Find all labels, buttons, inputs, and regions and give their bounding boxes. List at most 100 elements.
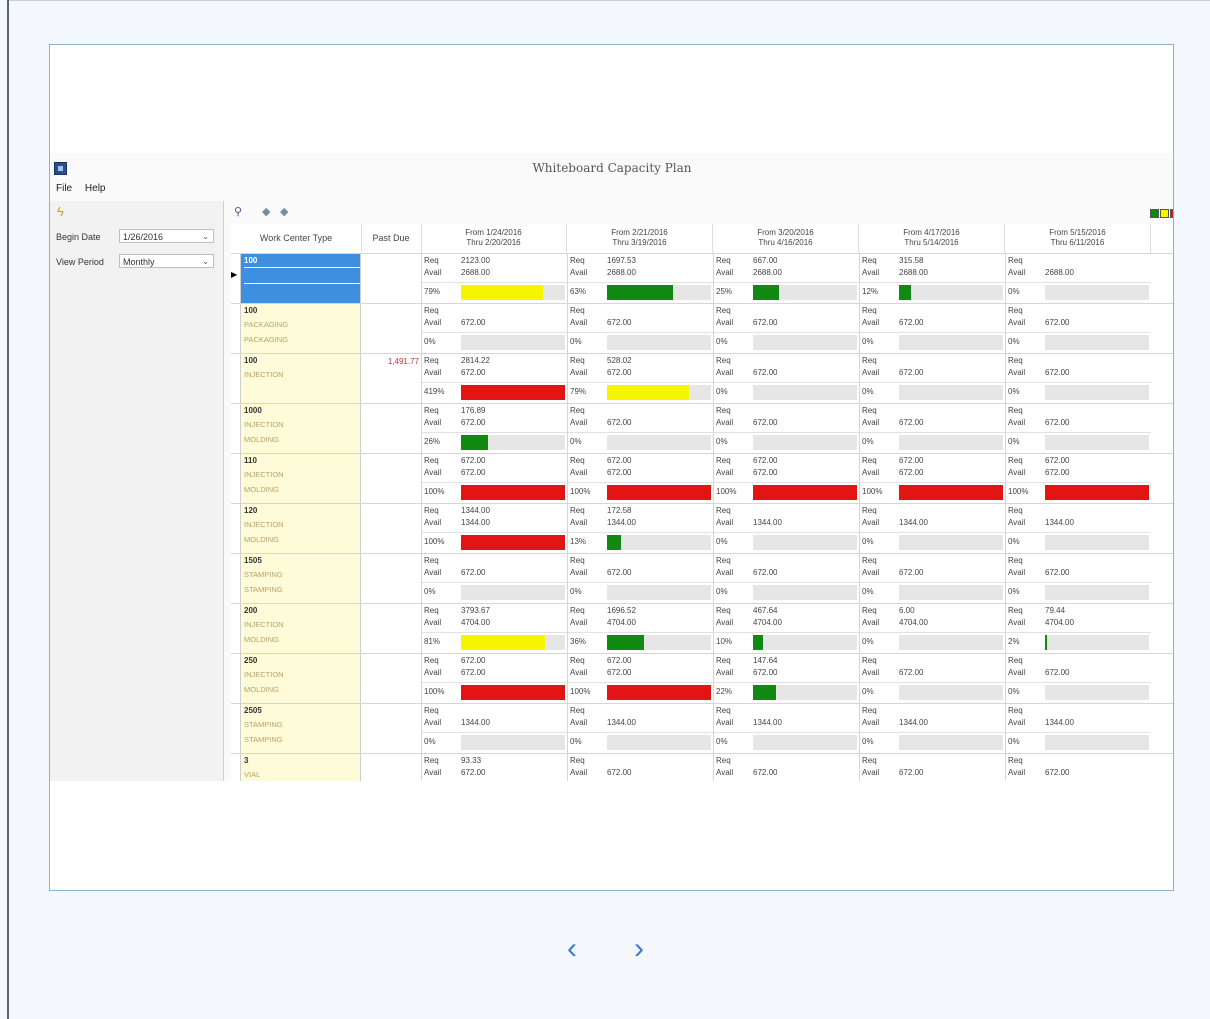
period-cell[interactable]: Req 672.00 Avail 672.00 100% [567,654,713,703]
period-cell[interactable]: Req Avail 1344.00 0% [567,704,713,753]
period-cell[interactable]: Req Avail 672.00 0% [713,354,859,403]
avail-value: 4704.00 [899,618,928,627]
work-center-cell[interactable]: 1000 INJECTION MOLDING [240,404,361,453]
work-center-cell[interactable]: 200 INJECTION MOLDING [240,604,361,653]
table-row[interactable]: 110 INJECTION MOLDING Req 672.00 Avail 672.00 1… [231,453,1173,503]
table-row[interactable]: 1000 INJECTION MOLDING Req 176.89 Avail 672.00… [231,403,1173,453]
period-cell[interactable]: Req Avail 672.00 0% [859,554,1005,603]
period-cell[interactable]: Req 528.02 Avail 672.00 79% [567,354,713,403]
period-cell[interactable]: Req Avail 672.00 [567,754,713,781]
period-cell[interactable]: Req 1696.52 Avail 4704.00 36% [567,604,713,653]
period-cell[interactable]: Req 2814.22 Avail 672.00 419% [421,354,567,403]
period-cell[interactable]: Req 672.00 Avail 672.00 100% [1005,454,1151,503]
table-row[interactable]: 250 INJECTION MOLDING Req 672.00 Avail 672.00 1… [231,653,1173,703]
chevron-left-icon[interactable]: ‹ [567,932,577,966]
period-cell[interactable]: Req Avail 672.00 0% [859,304,1005,353]
period-cell[interactable]: Req 93.33 Avail 672.00 [421,754,567,781]
period-cell[interactable]: Req 6.00 Avail 4704.00 0% [859,604,1005,653]
table-row[interactable]: 2505 STAMPING STAMPING Req Avail 1344.00 0% Req… [231,703,1173,753]
work-center-cell[interactable]: 1505 STAMPING STAMPING [240,554,361,603]
period-cell[interactable]: Req Avail 672.00 0% [1005,654,1151,703]
header-period[interactable]: From 1/24/2016 Thru 2/20/2016 [421,224,567,253]
header-period[interactable]: From 4/17/2016 Thru 5/14/2016 [859,224,1005,253]
view-period-select[interactable]: Monthly ⌄ [119,254,214,268]
period-cell[interactable]: Req Avail 672.00 0% [713,404,859,453]
header-past-due[interactable]: Past Due [361,224,422,253]
chevron-right-icon[interactable]: › [634,932,644,966]
table-row[interactable]: 120 INJECTION MOLDING Req 1344.00 Avail 1344.0… [231,503,1173,553]
header-period[interactable]: From 3/20/2016 Thru 4/16/2016 [713,224,859,253]
period-cell[interactable]: Req 172.58 Avail 1344.00 13% [567,504,713,553]
chevron-down-icon[interactable]: ⌄ [202,230,209,244]
period-cell[interactable]: Req 672.00 Avail 672.00 100% [859,454,1005,503]
period-cell[interactable]: Req Avail 672.00 [859,754,1005,781]
table-row[interactable]: 100 INJECTION 1,491.77 Req 2814.22 Avail 672.0… [231,353,1173,403]
period-cell[interactable]: Req Avail 1344.00 0% [859,504,1005,553]
table-row[interactable]: ▶ 100 Req 2123.00 Avail 2688.00 79% Req 1697.53 A… [231,253,1173,303]
work-center-cell[interactable]: 100 INJECTION [240,354,361,403]
menu-file[interactable]: File [56,183,72,194]
work-center-cell[interactable]: 3 VIAL [240,754,361,781]
lightning-icon[interactable]: ϟ [57,204,64,219]
period-cell[interactable]: Req Avail 672.00 [713,754,859,781]
period-cell[interactable]: Req 667.00 Avail 2688.00 25% [713,254,859,303]
arrow-right-icon[interactable]: ◆ [280,205,288,218]
period-cell[interactable]: Req Avail 672.00 0% [1005,554,1151,603]
table-row[interactable]: 3 VIAL Req 93.33 Avail 672.00 Req Avail 672.00 Re… [231,753,1173,781]
period-cell[interactable]: Req Avail 672.00 0% [859,654,1005,703]
period-cell[interactable]: Req Avail 672.00 0% [1005,404,1151,453]
period-cell[interactable]: Req Avail 672.00 0% [859,404,1005,453]
work-center-cell[interactable]: 110 INJECTION MOLDING [240,454,361,503]
chevron-down-icon[interactable]: ⌄ [202,255,209,269]
period-cell[interactable]: Req Avail 1344.00 0% [1005,504,1151,553]
period-cell[interactable]: Req 672.00 Avail 672.00 100% [567,454,713,503]
work-center-cell[interactable]: 100 [240,254,361,303]
menu-help[interactable]: Help [85,183,106,194]
work-center-cell[interactable]: 2505 STAMPING STAMPING [240,704,361,753]
period-cell[interactable]: Req Avail 672.00 0% [713,554,859,603]
period-cell[interactable]: Req Avail 672.00 0% [421,554,567,603]
begin-date-field[interactable]: 1/26/2016 ⌄ [119,229,214,243]
period-cell[interactable]: Req 1344.00 Avail 1344.00 100% [421,504,567,553]
period-cell[interactable]: Req Avail 1344.00 0% [713,504,859,553]
table-row[interactable]: 200 INJECTION MOLDING Req 3793.67 Avail 4704.0… [231,603,1173,653]
period-cell[interactable]: Req Avail 1344.00 0% [713,704,859,753]
period-cell[interactable]: Req 672.00 Avail 672.00 100% [421,654,567,703]
period-cell[interactable]: Req 3793.67 Avail 4704.00 81% [421,604,567,653]
period-cell[interactable]: Req Avail 672.00 0% [859,354,1005,403]
period-cell[interactable]: Req Avail 2688.00 0% [1005,254,1151,303]
period-cell[interactable]: Req Avail 1344.00 0% [1005,704,1151,753]
period-cell[interactable]: Req 147.64 Avail 672.00 22% [713,654,859,703]
period-cell[interactable]: Req Avail 1344.00 0% [859,704,1005,753]
utilization-percent: 0% [716,337,728,346]
period-cell[interactable]: Req 1697.53 Avail 2688.00 63% [567,254,713,303]
work-center-cell[interactable]: 120 INJECTION MOLDING [240,504,361,553]
period-cell[interactable]: Req Avail 1344.00 0% [421,704,567,753]
period-cell[interactable]: Req 672.00 Avail 672.00 100% [421,454,567,503]
work-center-cell[interactable]: 100 PACKAGING PACKAGING [240,304,361,353]
work-center-cell[interactable]: 250 INJECTION MOLDING [240,654,361,703]
period-cell[interactable]: Req Avail 672.00 0% [567,304,713,353]
period-cell[interactable]: Req 79.44 Avail 4704.00 2% [1005,604,1151,653]
filter-panel: ϟ Begin Date 1/26/2016 ⌄ View Period Mon… [50,201,224,781]
header-work-center[interactable]: Work Center Type [231,224,362,253]
period-cell[interactable]: Req Avail 672.00 0% [1005,304,1151,353]
period-cell[interactable]: Req 176.89 Avail 672.00 26% [421,404,567,453]
period-cell[interactable]: Req 2123.00 Avail 2688.00 79% [421,254,567,303]
period-cell[interactable]: Req Avail 672.00 [1005,754,1151,781]
arrow-left-icon[interactable]: ◆ [262,205,270,218]
header-period[interactable]: From 2/21/2016 Thru 3/19/2016 [567,224,713,253]
period-cell[interactable]: Req Avail 672.00 0% [1005,354,1151,403]
table-row[interactable]: 100 PACKAGING PACKAGING Req Avail 672.00 0% Req… [231,303,1173,353]
period-cell[interactable]: Req Avail 672.00 0% [567,404,713,453]
header-period[interactable]: From 5/15/2016 Thru 6/11/2016 [1005,224,1151,253]
period-cell[interactable]: Req 315.58 Avail 2688.00 12% [859,254,1005,303]
binoculars-icon[interactable]: ⚲ [234,205,242,218]
table-row[interactable]: 1505 STAMPING STAMPING Req Avail 672.00 0% Req A… [231,553,1173,603]
past-due-value [361,654,421,703]
period-cell[interactable]: Req 467.64 Avail 4704.00 10% [713,604,859,653]
period-cell[interactable]: Req Avail 672.00 0% [421,304,567,353]
period-cell[interactable]: Req Avail 672.00 0% [713,304,859,353]
period-cell[interactable]: Req 672.00 Avail 672.00 100% [713,454,859,503]
period-cell[interactable]: Req Avail 672.00 0% [567,554,713,603]
